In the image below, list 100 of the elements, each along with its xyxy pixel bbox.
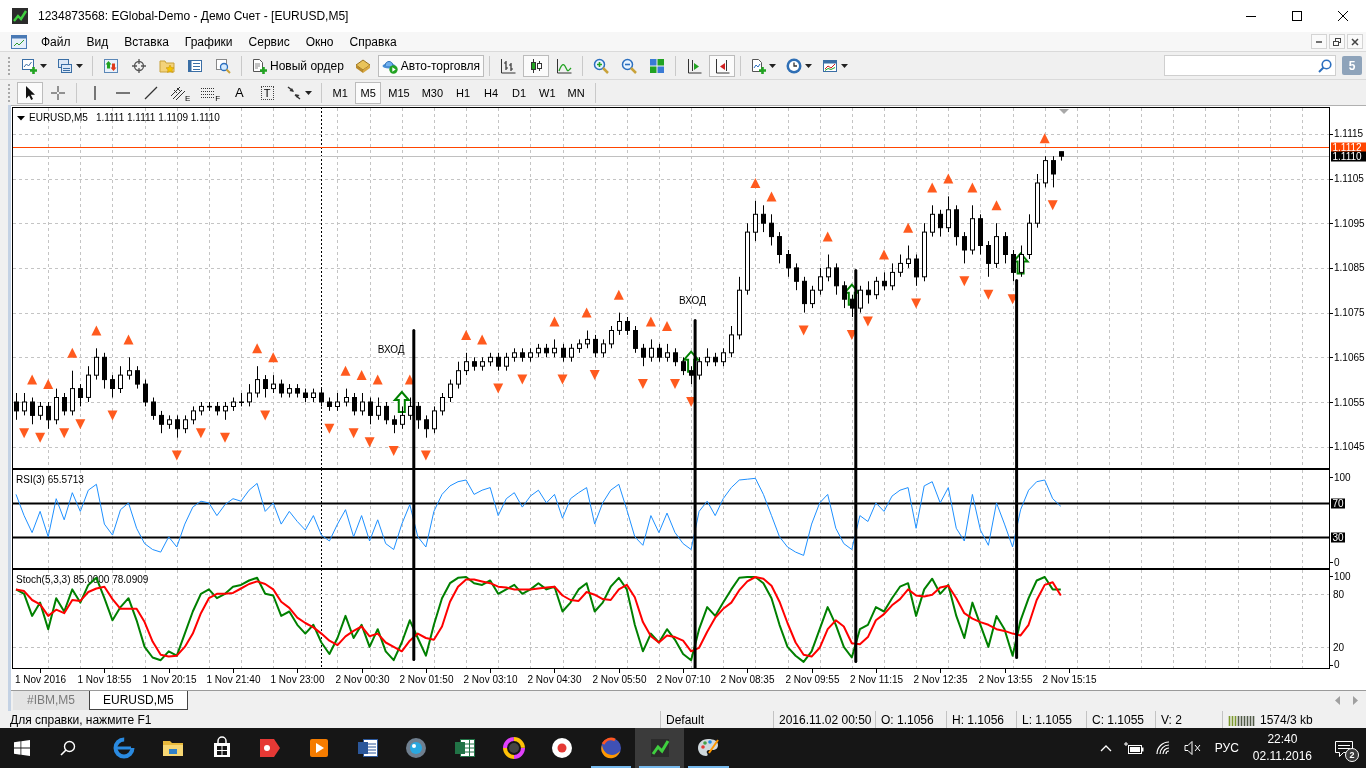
timeframe-button[interactable]: M5 [355,81,382,104]
time-label: 2 Nov 03:10 [463,674,518,685]
battery-icon[interactable] [1123,741,1144,755]
chart-restore-button[interactable] [1329,34,1345,49]
menu-item[interactable]: Сервис [240,32,298,51]
arrow-right-icon [1352,696,1358,705]
clock-time[interactable]: 22:40 [1267,731,1298,748]
down-triangle-icon [959,276,970,287]
down-triangle-icon [388,446,399,457]
candle [601,338,606,358]
candle [303,388,308,403]
candle [810,285,815,309]
up-triangle-icon [927,182,938,193]
chevron-up-icon[interactable] [1099,744,1112,752]
candle [512,347,517,363]
text-label-button[interactable]: T [254,81,281,104]
down-triangle-icon [195,428,206,439]
up-triangle-icon [991,200,1002,211]
candle [62,392,67,416]
candlestick-icon [528,57,545,74]
language-indicator[interactable]: РУС [1214,741,1239,755]
candle [1059,151,1064,162]
candle [175,414,180,439]
timeframe-button[interactable]: D1 [506,81,533,104]
fibo-channel-button[interactable]: E [166,81,195,104]
chart-label: ВХОД [377,343,405,355]
candle [255,365,260,398]
arrow-left-icon [1334,696,1340,705]
text-button[interactable]: A [226,81,253,104]
axis-label: 100 [1334,472,1351,483]
menu-item[interactable]: Справка [341,32,405,51]
menu-item[interactable]: Графики [176,32,241,51]
search-field[interactable] [1164,55,1336,76]
timeframe-button[interactable]: MN [562,81,590,104]
timeframe-button[interactable]: H4 [478,81,505,104]
chart-plus-icon [21,57,37,74]
crosshair-icon [50,84,66,101]
candle [834,262,839,296]
clock-date[interactable]: 02.11.2016 [1252,748,1312,765]
folder-star-icon [159,57,175,74]
candle [319,388,324,407]
candle [183,414,188,434]
autotrading-button[interactable]: Авто-торговля [377,54,485,77]
level-label: 20 [1333,642,1345,653]
up-triangle-icon [613,289,624,300]
candle [721,347,726,367]
search-icon [1318,58,1332,73]
chart-tab[interactable]: EURUSD,M5 [89,691,188,710]
candle [657,343,662,363]
down-triangle-icon [798,325,809,336]
menu-item[interactable]: Окно [297,32,342,51]
timeframe-button[interactable]: W1 [534,81,561,104]
down-triangle-icon [670,379,680,390]
menu-item[interactable]: Вставка [116,32,177,51]
speaker-muted-icon[interactable] [1183,740,1201,756]
cursor-button[interactable] [17,81,43,104]
candle [946,195,951,233]
bar-chart-icon [500,57,517,74]
candle [986,240,991,278]
crosshair-icon [131,57,147,74]
time-label: 2 Nov 11:15 [849,674,904,685]
chart-minimize-button[interactable] [1311,34,1327,49]
window-title: 1234873568: EGlobal-Demo - Демо Счет - [EURUSD,M5] [38,9,349,23]
axis-label: 1.1115 [1334,128,1364,140]
wifi-icon[interactable] [1155,741,1172,755]
menu-item[interactable]: Файл [33,32,79,51]
candle [488,352,493,367]
timeframe-button[interactable]: M30 [416,81,449,104]
caret-icon[interactable] [17,116,25,121]
restore-icon [1333,37,1341,46]
candle [777,231,782,264]
action-center-button[interactable]: 2 [1322,728,1366,768]
menu-item[interactable]: Вид [78,32,117,51]
candle [705,347,710,367]
candlestick-button[interactable] [523,54,550,77]
timeframe-button[interactable]: H1 [450,81,477,104]
timeframe-button[interactable]: M1 [327,81,354,104]
fibo-button[interactable]: F [196,81,225,104]
down-triangle-icon [220,432,230,443]
candle [569,343,574,363]
timeframe-button[interactable]: M15 [383,81,415,104]
time-label: 1 Nov 20:15 [142,674,197,685]
candle [954,204,959,246]
taskbar-button[interactable] [635,728,684,768]
help-hint: Для справки, нажмите F1 [9,711,153,728]
candle [753,200,758,242]
candle [263,374,268,398]
down-triangle-icon [19,428,30,439]
chart-close-button[interactable] [1347,34,1363,49]
candle [625,316,630,336]
axis-shift-icon [714,57,731,74]
time-label: 1 Nov 21:40 [206,674,261,685]
tile-icon [649,57,666,74]
candle [673,347,678,367]
candle [561,343,566,363]
new-order-button[interactable]: Новый ордер [247,54,348,77]
chart-shift-button[interactable] [709,54,736,77]
down-triangle-icon [348,428,359,439]
diagonal-line-icon [144,85,158,100]
candle [496,352,501,372]
